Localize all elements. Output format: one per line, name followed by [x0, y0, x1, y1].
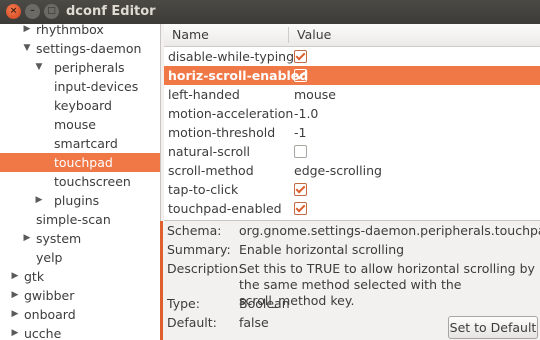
key-name: motion-threshold: [168, 125, 276, 140]
name-column-header[interactable]: Name: [172, 24, 209, 46]
tree-item-simple-scan[interactable]: simple-scan: [0, 210, 160, 229]
tree-item-label: rhythmbox: [36, 24, 104, 37]
value-column-header[interactable]: Value: [297, 24, 331, 46]
expander-open-icon[interactable]: ▼: [34, 58, 44, 77]
expander-closed-icon[interactable]: ▶: [10, 305, 20, 324]
close-button[interactable]: ×: [6, 4, 21, 19]
key-row-disable-while-typing[interactable]: disable-while-typing: [164, 47, 540, 66]
tree-item-gwibber[interactable]: ▶ gwibber: [0, 286, 160, 305]
tree-item-yelp[interactable]: yelp: [0, 248, 160, 267]
tree-item-ucche[interactable]: ▶ ucche: [0, 324, 160, 340]
tree-item-label: plugins: [54, 193, 100, 208]
expander-closed-icon[interactable]: ▶: [34, 191, 44, 210]
schema-label: Schema:: [167, 223, 222, 238]
tree-item-label: touchscreen: [54, 174, 131, 189]
expander-closed-icon[interactable]: ▶: [22, 24, 32, 39]
tree-item-label: gwibber: [24, 288, 75, 303]
key-row-tap-to-click[interactable]: tap-to-click: [164, 180, 540, 199]
default-value: false: [239, 315, 269, 330]
tree-item-peripherals[interactable]: ▼ peripherals: [0, 58, 160, 77]
dconf-editor-window: × – □ dconf Editor ▶ rhythmbox ▼ settings-d…: [0, 0, 540, 340]
default-label: Default:: [167, 315, 217, 330]
key-name: scroll-method: [168, 163, 254, 178]
tree-item-label: smartcard: [54, 136, 118, 151]
key-value[interactable]: -1: [294, 123, 306, 142]
tree-item-gtk[interactable]: ▶ gtk: [0, 267, 160, 286]
tree-item-label: input-devices: [54, 79, 139, 94]
maximize-button[interactable]: □: [44, 4, 59, 19]
key-name: disable-while-typing: [168, 49, 295, 64]
key-value[interactable]: mouse: [294, 85, 336, 104]
tree-item-label: keyboard: [54, 98, 112, 113]
tree-item-rhythmbox[interactable]: ▶ rhythmbox: [0, 24, 160, 39]
minimize-button[interactable]: –: [25, 4, 40, 19]
keys-table: Name Value disable-while-typing horiz-scr…: [164, 24, 540, 221]
expander-closed-icon[interactable]: ▶: [10, 286, 20, 305]
value-checkbox[interactable]: [294, 145, 307, 158]
expander-closed-icon[interactable]: ▶: [10, 324, 20, 340]
tree-item-label: system: [36, 231, 82, 246]
tree-item-touchscreen[interactable]: touchscreen: [0, 172, 160, 191]
title-bar: × – □ dconf Editor: [0, 0, 540, 24]
expander-open-icon[interactable]: ▼: [22, 39, 32, 58]
tree-item-mouse[interactable]: mouse: [0, 115, 160, 134]
key-name: touchpad-enabled: [168, 201, 282, 216]
key-row-natural-scroll[interactable]: natural-scroll: [164, 142, 540, 161]
summary-value: Enable horizontal scrolling: [239, 242, 405, 257]
key-row-touchpad-enabled[interactable]: touchpad-enabled: [164, 199, 540, 218]
tree-item-system[interactable]: ▶ system: [0, 229, 160, 248]
key-row-scroll-method[interactable]: scroll-method edge-scrolling: [164, 161, 540, 180]
tree-item-onboard[interactable]: ▶ onboard: [0, 305, 160, 324]
tree-item-label: settings-daemon: [36, 41, 142, 56]
key-name: motion-acceleration: [168, 106, 294, 121]
tree-item-label: yelp: [36, 250, 63, 265]
tree-item-plugins[interactable]: ▶ plugins: [0, 191, 160, 210]
tree-item-input-devices[interactable]: input-devices: [0, 77, 160, 96]
key-row-left-handed[interactable]: left-handed mouse: [164, 85, 540, 104]
key-row-motion-threshold[interactable]: motion-threshold -1: [164, 123, 540, 142]
summary-label: Summary:: [167, 242, 231, 257]
key-name: left-handed: [168, 87, 240, 102]
window-title: dconf Editor: [66, 4, 156, 19]
tree-item-smartcard[interactable]: smartcard: [0, 134, 160, 153]
tree-item-label: gtk: [24, 269, 45, 284]
key-name: horiz-scroll-enabled: [168, 68, 309, 83]
tree-item-label: mouse: [54, 117, 96, 132]
set-to-default-button[interactable]: Set to Default: [448, 316, 538, 339]
type-value: Boolean: [239, 296, 290, 311]
key-name: natural-scroll: [168, 144, 251, 159]
tree-item-label: touchpad: [54, 155, 113, 170]
tree-item-keyboard[interactable]: keyboard: [0, 96, 160, 115]
tree-item-touchpad[interactable]: touchpad: [0, 153, 160, 172]
schema-value: org.gnome.settings-daemon.peripherals.to…: [239, 223, 540, 238]
key-row-horiz-scroll-enabled[interactable]: horiz-scroll-enabled: [164, 66, 540, 85]
value-checkbox[interactable]: [294, 202, 307, 215]
schema-tree[interactable]: ▶ rhythmbox ▼ settings-daemon ▼ peripherals in…: [0, 24, 161, 340]
tree-item-settings-daemon[interactable]: ▼ settings-daemon: [0, 39, 160, 58]
value-checkbox[interactable]: [294, 183, 307, 196]
tree-item-label: ucche: [24, 326, 62, 340]
key-value[interactable]: -1.0: [294, 104, 318, 123]
value-checkbox[interactable]: [294, 50, 307, 63]
expander-closed-icon[interactable]: ▶: [10, 267, 20, 286]
type-label: Type:: [167, 296, 200, 311]
key-name: tap-to-click: [168, 182, 239, 197]
key-value[interactable]: edge-scrolling: [294, 161, 382, 180]
tree-item-label: peripherals: [54, 60, 125, 75]
keys-table-header: Name Value: [164, 24, 540, 47]
column-divider[interactable]: [288, 27, 289, 43]
tree-item-label: onboard: [24, 307, 76, 322]
description-label: Description:: [167, 261, 243, 276]
tree-item-label: simple-scan: [36, 212, 111, 227]
key-row-motion-acceleration[interactable]: motion-acceleration -1.0: [164, 104, 540, 123]
expander-closed-icon[interactable]: ▶: [22, 229, 32, 248]
value-checkbox[interactable]: [294, 69, 307, 82]
